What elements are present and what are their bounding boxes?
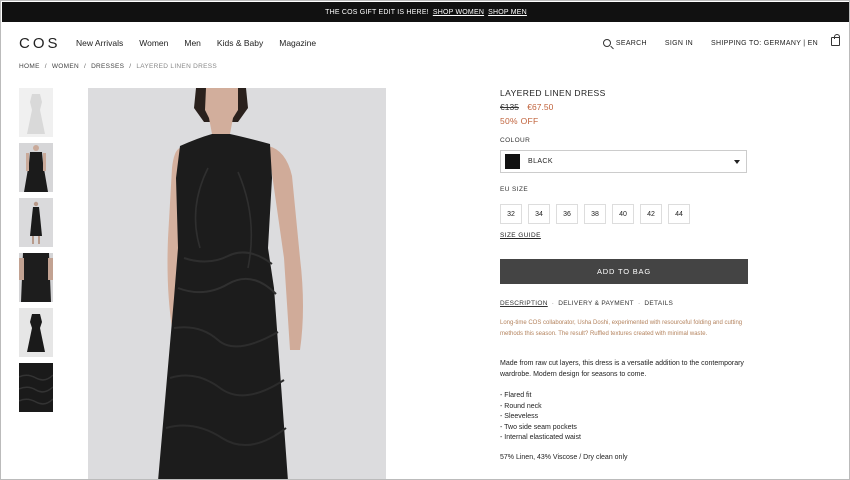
colour-label: COLOUR bbox=[500, 137, 531, 144]
thumbnail-3[interactable] bbox=[19, 198, 53, 247]
add-to-bag-button[interactable]: ADD TO BAG bbox=[500, 259, 748, 284]
product-title: LAYERED LINEN DRESS bbox=[500, 88, 606, 98]
size-option-42[interactable]: 42 bbox=[640, 204, 662, 224]
size-option-44[interactable]: 44 bbox=[668, 204, 690, 224]
list-item: - Flared fit bbox=[500, 392, 532, 399]
sale-price: €67.50 bbox=[527, 102, 554, 112]
product-info-panel: LAYERED LINEN DRESS €135 €67.50 50% OFF … bbox=[500, 88, 748, 461]
size-selector: 32 34 36 38 40 42 44 bbox=[500, 204, 690, 224]
size-option-38[interactable]: 38 bbox=[584, 204, 606, 224]
original-price: €135 bbox=[500, 102, 519, 112]
tab-delivery-payment[interactable]: DELIVERY & PAYMENT bbox=[558, 300, 634, 307]
price-row: €135 €67.50 bbox=[500, 102, 748, 112]
search-icon bbox=[602, 39, 611, 47]
breadcrumb-dresses[interactable]: DRESSES bbox=[91, 63, 124, 70]
thumbnail-4[interactable] bbox=[19, 253, 53, 302]
thumbnail-gallery bbox=[19, 88, 53, 418]
list-item: - Internal elasticated waist bbox=[500, 434, 581, 441]
product-tabs: DESCRIPTION · DELIVERY & PAYMENT · DETAI… bbox=[500, 300, 673, 307]
thumbnail-2[interactable] bbox=[19, 143, 53, 192]
nav-magazine[interactable]: Magazine bbox=[279, 38, 316, 48]
size-label: EU SIZE bbox=[500, 186, 529, 193]
breadcrumb-separator: / bbox=[83, 63, 87, 70]
size-option-40[interactable]: 40 bbox=[612, 204, 634, 224]
size-option-34[interactable]: 34 bbox=[528, 204, 550, 224]
tab-details[interactable]: DETAILS bbox=[644, 300, 673, 307]
breadcrumb: HOME / WOMEN / DRESSES / LAYERED LINEN D… bbox=[19, 63, 217, 70]
thumbnail-5[interactable] bbox=[19, 308, 53, 357]
colour-value: BLACK bbox=[528, 158, 553, 165]
main-product-image[interactable] bbox=[88, 88, 386, 479]
size-guide-link[interactable]: SIZE GUIDE bbox=[500, 232, 541, 239]
nav-women[interactable]: Women bbox=[139, 38, 168, 48]
size-option-36[interactable]: 36 bbox=[556, 204, 578, 224]
nav-kids-baby[interactable]: Kids & Baby bbox=[217, 38, 263, 48]
chevron-down-icon bbox=[734, 160, 740, 164]
breadcrumb-separator: / bbox=[129, 63, 132, 70]
page-frame: THE COS GIFT EDIT IS HERE! SHOP WOMEN SH… bbox=[0, 0, 850, 480]
composition-care: 57% Linen, 43% Viscose / Dry clean only bbox=[500, 454, 628, 461]
thumbnail-fabric-detail-image bbox=[19, 363, 53, 412]
nav-new-arrivals[interactable]: New Arrivals bbox=[76, 38, 123, 48]
product-description: Made from raw cut layers, this dress is … bbox=[500, 360, 744, 378]
collaboration-blurb: Long-time COS collaborator, Usha Doshi, … bbox=[500, 320, 743, 337]
discount-badge: 50% OFF bbox=[500, 116, 539, 126]
promo-text: THE COS GIFT EDIT IS HERE! bbox=[325, 8, 429, 16]
sign-in-link[interactable]: SIGN IN bbox=[665, 40, 693, 47]
header-utilities: SEARCH SIGN IN SHIPPING TO: GERMANY | EN bbox=[585, 34, 840, 47]
tab-separator: · bbox=[551, 300, 555, 307]
breadcrumb-separator: / bbox=[44, 63, 47, 70]
list-item: - Sleeveless bbox=[500, 413, 539, 420]
tab-separator: · bbox=[637, 300, 641, 307]
nav-men[interactable]: Men bbox=[184, 38, 201, 48]
thumbnail-dress-image bbox=[19, 88, 53, 137]
list-item: - Two side seam pockets bbox=[500, 423, 577, 431]
thumbnail-model-full-image bbox=[19, 198, 53, 247]
shop-men-link[interactable]: SHOP MEN bbox=[488, 9, 527, 16]
shopping-bag-icon[interactable] bbox=[831, 34, 840, 46]
thumbnail-6[interactable] bbox=[19, 363, 53, 412]
breadcrumb-home[interactable]: HOME bbox=[19, 63, 40, 70]
thumbnail-1[interactable] bbox=[19, 88, 53, 137]
list-item: - Round neck bbox=[500, 402, 542, 410]
colour-swatch bbox=[505, 154, 520, 169]
model-wearing-dress-image bbox=[88, 88, 386, 479]
tab-description[interactable]: DESCRIPTION bbox=[500, 300, 548, 307]
thumbnail-model-detail-image bbox=[19, 253, 53, 302]
shipping-selector[interactable]: SHIPPING TO: GERMANY | EN bbox=[711, 40, 818, 47]
search-button[interactable]: SEARCH bbox=[602, 39, 647, 47]
search-label: SEARCH bbox=[615, 39, 647, 47]
promo-bar: THE COS GIFT EDIT IS HERE! SHOP WOMEN SH… bbox=[2, 2, 849, 22]
logo[interactable]: COS bbox=[19, 35, 61, 52]
size-option-32[interactable]: 32 bbox=[500, 204, 522, 224]
breadcrumb-women[interactable]: WOMEN bbox=[52, 63, 79, 70]
shop-women-link[interactable]: SHOP WOMEN bbox=[433, 9, 484, 16]
colour-dropdown[interactable]: BLACK bbox=[500, 150, 747, 173]
breadcrumb-current: LAYERED LINEN DRESS bbox=[136, 63, 218, 70]
main-nav: New Arrivals Women Men Kids & Baby Magaz… bbox=[76, 38, 332, 48]
feature-list: - Flared fit - Round neck - Sleeveless -… bbox=[500, 391, 748, 444]
site-header: COS New Arrivals Women Men Kids & Baby M… bbox=[2, 23, 849, 63]
thumbnail-model-front-image bbox=[19, 143, 53, 192]
thumbnail-dress-flat-image bbox=[19, 308, 53, 357]
